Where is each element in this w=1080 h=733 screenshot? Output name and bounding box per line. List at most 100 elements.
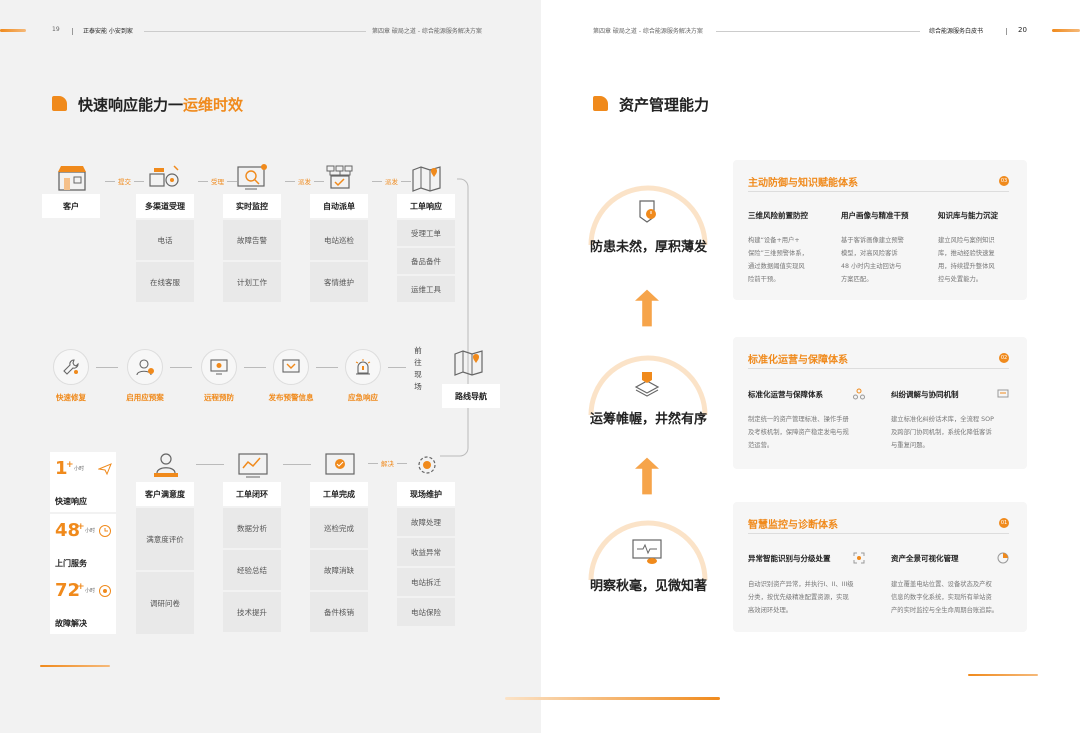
note-char: 前 bbox=[414, 346, 422, 355]
metric-unit: 小时 bbox=[85, 588, 96, 594]
shield-alert-icon bbox=[627, 196, 667, 226]
card-title: 智慧监控与诊断体系 bbox=[748, 520, 838, 531]
network-icon bbox=[853, 388, 865, 400]
dashboard-icon bbox=[233, 450, 273, 480]
stack-shield-icon bbox=[627, 368, 667, 398]
go-to-site-note: 前 往 现 场 bbox=[412, 345, 424, 393]
arrow-line bbox=[244, 367, 266, 368]
sub-desc: 建立标准化纠纷话术库，全流程 SOP 及跨部门协同机制，系统化降低客诉 与重复问题。 bbox=[891, 416, 994, 449]
book-title: 综合能源服务白皮书 bbox=[929, 28, 984, 35]
multichannel-icon bbox=[145, 163, 185, 193]
sub-title: 异常智能识别与分级处置 bbox=[748, 554, 831, 563]
arrow-line bbox=[316, 367, 338, 368]
target-icon bbox=[99, 585, 111, 597]
dispatch-icon bbox=[320, 163, 360, 193]
card-divider bbox=[748, 368, 1009, 369]
sub-desc: 构建“设备+用户+ 保险”三维预警体系， 通过数据阈值实现风 险前干预。 bbox=[748, 237, 808, 283]
complete-icon bbox=[320, 450, 360, 480]
flow-col-multichannel: 多渠道受理 电话 在线客服 bbox=[136, 194, 194, 302]
sub-title: 用户画像与精准干预 bbox=[841, 211, 909, 220]
screen-icon bbox=[201, 349, 237, 385]
chat-icon bbox=[997, 389, 1009, 398]
chapter-text-right: 第四章 破局之道 - 综合能源服务解决方案 bbox=[593, 28, 703, 35]
up-arrow-icon bbox=[635, 289, 659, 327]
metric-unit: 小时 bbox=[74, 466, 85, 472]
page-number-right: 20 bbox=[1018, 26, 1027, 34]
flow-col-dispatch: 自动派单 电站巡检 客情维护 bbox=[310, 194, 368, 302]
metric-label: 上门服务 bbox=[55, 559, 87, 568]
header-divider bbox=[72, 28, 73, 35]
title-square-icon bbox=[593, 96, 608, 111]
metric-unit: 小时 bbox=[85, 528, 96, 534]
flow-col-close: 工单闭环 数据分析 经验总结 技术提升 bbox=[223, 482, 281, 632]
flow-col-monitor: 实时监控 故障告警 计划工作 bbox=[223, 194, 281, 302]
sub-desc: 制定统一的资产管理标准、操作手册 及考核机制，保障资产稳定发电与规 范运营。 bbox=[748, 416, 849, 449]
flow-item: 满意度评价 bbox=[136, 508, 194, 570]
flow-item: 巡检完成 bbox=[310, 508, 368, 548]
card-number-badge: 03 bbox=[999, 176, 1009, 186]
flow-item: 收益异常 bbox=[397, 538, 455, 566]
card-divider bbox=[748, 191, 1009, 192]
pillar-label: 运筹帷幄，井然有序 bbox=[590, 412, 708, 427]
shop-icon bbox=[52, 163, 92, 193]
page-title-right: 资产管理能力 bbox=[619, 96, 710, 114]
metric-plus: + bbox=[77, 582, 85, 592]
metric-card: 48 + 小时 上门服务 bbox=[50, 514, 116, 574]
sub-desc: 建立覆盖电站位置、设备状态及产权 信息的数字化系统，实现所有单站资 产的实时监控与全… bbox=[891, 581, 999, 614]
monitor-eye-icon bbox=[627, 536, 667, 566]
plane-icon bbox=[98, 463, 112, 476]
flow-item: 故障处理 bbox=[397, 508, 455, 536]
clock-icon bbox=[99, 525, 111, 537]
sub-desc: 建立风险与案例知识 库，推动经验快速复 用，持续提升整体风 控与处置能力。 bbox=[938, 237, 995, 283]
flow-col-title: 现场维护 bbox=[397, 482, 455, 506]
flow-connector-right bbox=[440, 178, 469, 457]
flow-item: 电话 bbox=[136, 220, 194, 260]
arrow-line bbox=[170, 367, 192, 368]
pillar-label: 明察秋毫，见微知著 bbox=[590, 579, 708, 594]
flow-col-title: 工单完成 bbox=[310, 482, 368, 506]
flow-mid-label: 应急响应 bbox=[348, 393, 378, 402]
flow-item: 技术提升 bbox=[223, 592, 281, 632]
pillar-label: 防患未然，厚积薄发 bbox=[590, 240, 708, 255]
page-number-left: 19 bbox=[52, 26, 60, 33]
page-title-left: 快速响应能力一运维时效 bbox=[78, 96, 244, 114]
header-rule-left bbox=[144, 31, 366, 32]
header-divider bbox=[1006, 28, 1007, 35]
sub-desc: 自动识别资产异常，并执行I、II、III级 分类，按优先级精准配置资源，实现 高效闭… bbox=[748, 581, 854, 614]
flow-mid-label: 快速修复 bbox=[56, 393, 86, 402]
arrow-line bbox=[388, 367, 406, 368]
flow-col-customer: 客户 bbox=[42, 194, 100, 218]
flow-item: 计划工作 bbox=[223, 262, 281, 302]
metric-plus: + bbox=[77, 522, 85, 532]
flow-item: 客情维护 bbox=[310, 262, 368, 302]
flow-item: 故障告警 bbox=[223, 220, 281, 260]
flow-item: 电站拆迁 bbox=[397, 568, 455, 596]
scan-icon bbox=[853, 552, 865, 564]
flow-col-title: 工单闭环 bbox=[223, 482, 281, 506]
title-square-icon bbox=[52, 96, 67, 111]
flow-item: 故障消缺 bbox=[310, 550, 368, 590]
chapter-text-left: 第四章 破局之道 - 综合能源服务解决方案 bbox=[372, 28, 482, 35]
flow-col-satisfaction: 客户满意度 满意度评价 调研问卷 bbox=[136, 482, 194, 634]
card-title: 标准化运营与保障体系 bbox=[748, 355, 848, 366]
user-alert-icon bbox=[127, 349, 163, 385]
sub-title: 三维风险前置防控 bbox=[748, 211, 808, 220]
sub-title: 纠纷调解与协同机制 bbox=[891, 390, 959, 399]
sub-title: 资产全景可视化管理 bbox=[891, 554, 959, 563]
arrow-resolve: 解决 bbox=[365, 458, 410, 468]
flow-item: 调研问卷 bbox=[136, 572, 194, 634]
flow-col-title: 自动派单 bbox=[310, 194, 368, 218]
message-icon bbox=[273, 349, 309, 385]
flow-item: 数据分析 bbox=[223, 508, 281, 548]
flow-mid-label: 发布预警信息 bbox=[268, 393, 314, 402]
metric-card: 72 + 小时 故障解决 bbox=[50, 574, 116, 634]
gear-icon bbox=[407, 450, 447, 480]
note-char: 场 bbox=[414, 382, 422, 391]
arrow-line bbox=[196, 464, 224, 465]
sub-title: 知识库与能力沉淀 bbox=[938, 211, 998, 220]
sub-title: 标准化运营与保障体系 bbox=[748, 390, 823, 399]
capability-card: 标准化运营与保障体系 02 标准化运营与保障体系 制定统一的资产管理标准、操作手… bbox=[733, 337, 1027, 469]
flow-col-complete: 工单完成 巡检完成 故障消缺 备件核销 bbox=[310, 482, 368, 632]
route-map-icon bbox=[449, 347, 489, 377]
arrow-line bbox=[96, 367, 118, 368]
